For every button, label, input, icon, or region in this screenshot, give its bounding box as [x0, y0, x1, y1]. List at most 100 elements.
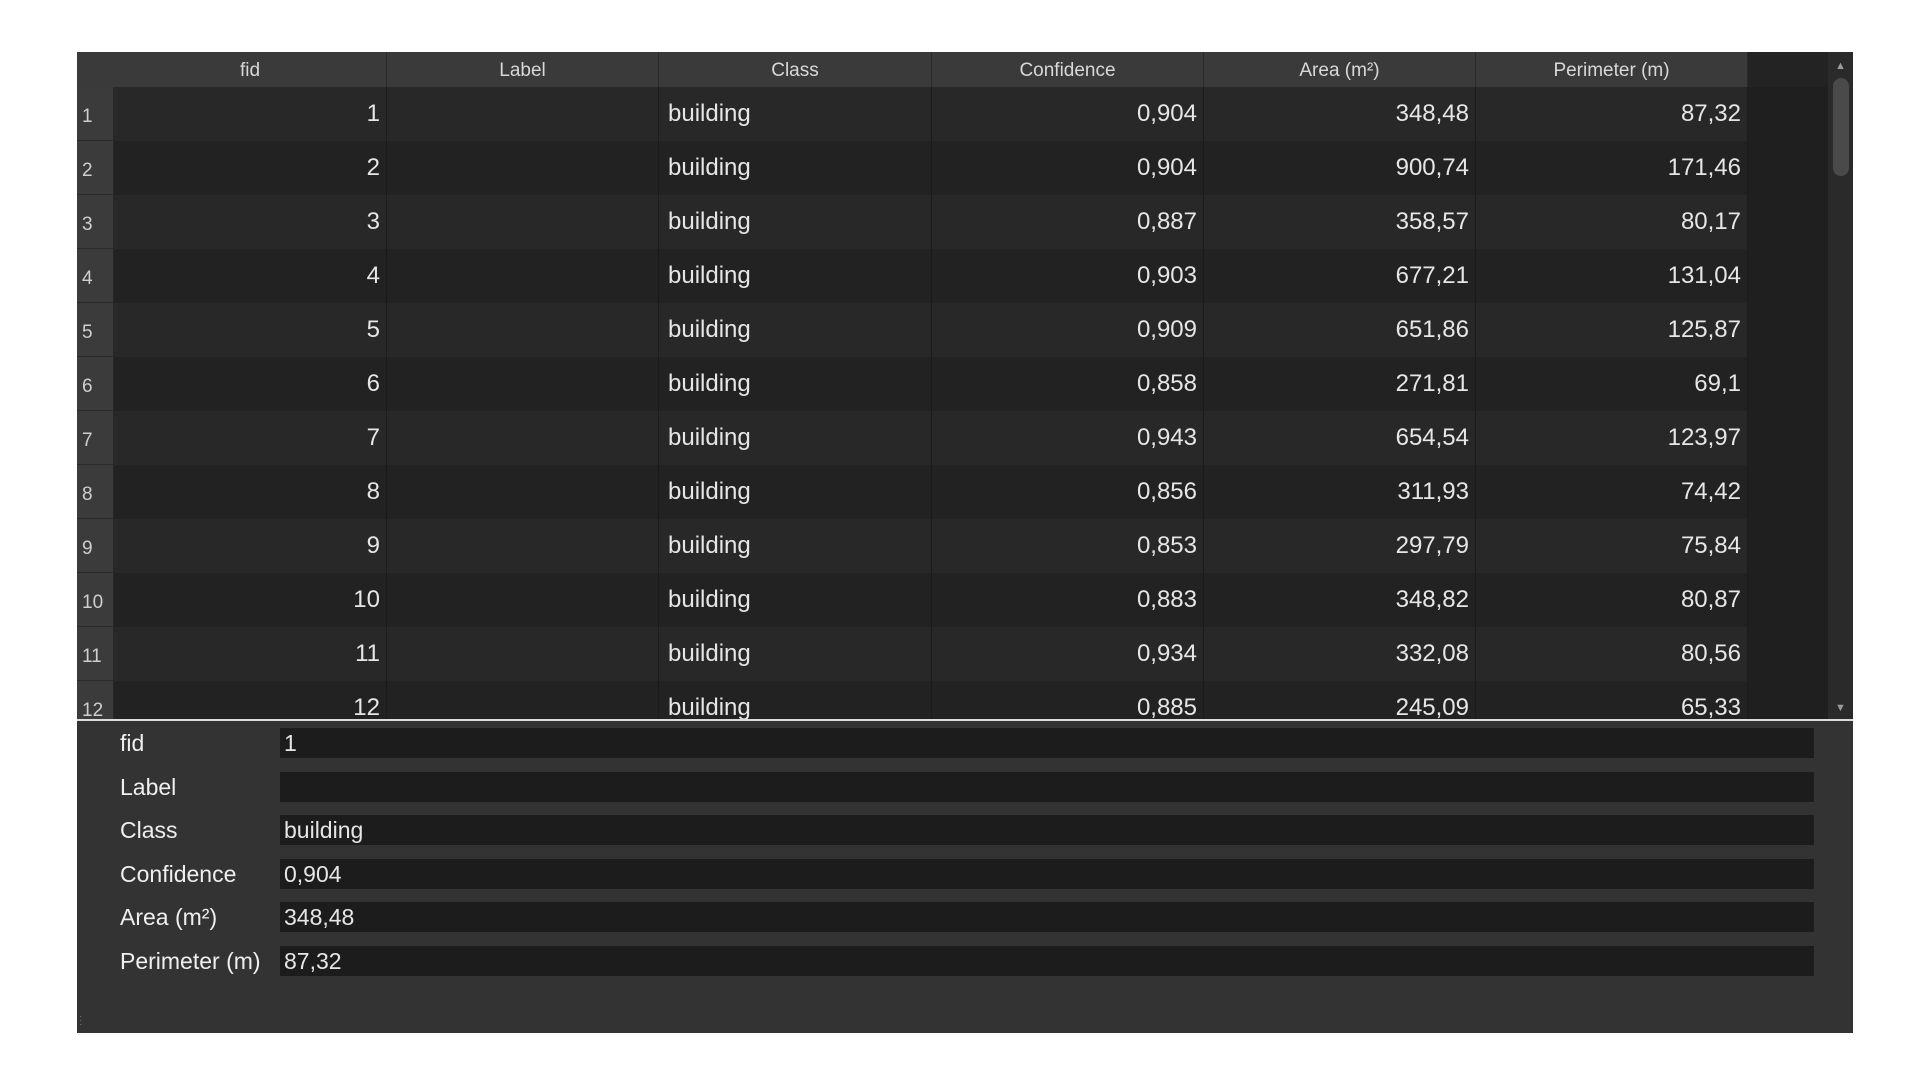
cell-label[interactable] [387, 465, 659, 519]
table-row[interactable]: 10 10 building 0,883 348,82 80,87 [77, 573, 1828, 627]
cell-confidence[interactable]: 0,909 [932, 303, 1204, 357]
scroll-up-arrow-icon[interactable]: ▲ [1831, 58, 1850, 74]
form-field-confidence[interactable]: 0,904 [280, 859, 1814, 889]
cell-confidence[interactable]: 0,903 [932, 249, 1204, 303]
table-row[interactable]: 1 1 building 0,904 348,48 87,32 [77, 87, 1828, 141]
row-header[interactable]: 11 [77, 627, 114, 681]
cell-perimeter[interactable]: 80,56 [1476, 627, 1748, 681]
cell-class[interactable]: building [659, 87, 932, 141]
cell-area[interactable]: 654,54 [1204, 411, 1476, 465]
cell-fid[interactable]: 5 [114, 303, 387, 357]
cell-label[interactable] [387, 627, 659, 681]
cell-area[interactable]: 900,74 [1204, 141, 1476, 195]
column-header-fid[interactable]: fid [114, 52, 387, 87]
row-header[interactable]: 3 [77, 195, 114, 249]
cell-perimeter[interactable]: 171,46 [1476, 141, 1748, 195]
table-row[interactable]: 6 6 building 0,858 271,81 69,1 [77, 357, 1828, 411]
cell-area[interactable]: 348,82 [1204, 573, 1476, 627]
column-header-label[interactable]: Label [387, 52, 659, 87]
cell-label[interactable] [387, 195, 659, 249]
form-field-label[interactable] [280, 772, 1814, 802]
cell-area[interactable]: 348,48 [1204, 87, 1476, 141]
table-row[interactable]: 7 7 building 0,943 654,54 123,97 [77, 411, 1828, 465]
cell-perimeter[interactable]: 69,1 [1476, 357, 1748, 411]
cell-area[interactable]: 297,79 [1204, 519, 1476, 573]
cell-class[interactable]: building [659, 465, 932, 519]
cell-label[interactable] [387, 411, 659, 465]
cell-class[interactable]: building [659, 195, 932, 249]
form-field-fid[interactable]: 1 [280, 728, 1814, 758]
cell-perimeter[interactable]: 87,32 [1476, 87, 1748, 141]
form-field-area[interactable]: 348,48 [280, 902, 1814, 932]
cell-perimeter[interactable]: 75,84 [1476, 519, 1748, 573]
cell-fid[interactable]: 9 [114, 519, 387, 573]
resize-grip-icon[interactable]: · · · [79, 1012, 83, 1030]
row-header[interactable]: 5 [77, 303, 114, 357]
cell-area[interactable]: 651,86 [1204, 303, 1476, 357]
table-row[interactable]: 3 3 building 0,887 358,57 80,17 [77, 195, 1828, 249]
cell-fid[interactable]: 3 [114, 195, 387, 249]
cell-confidence[interactable]: 0,887 [932, 195, 1204, 249]
cell-perimeter[interactable]: 74,42 [1476, 465, 1748, 519]
table-row[interactable]: 2 2 building 0,904 900,74 171,46 [77, 141, 1828, 195]
row-header[interactable]: 10 [77, 573, 114, 627]
cell-confidence[interactable]: 0,858 [932, 357, 1204, 411]
scrollbar-thumb[interactable] [1833, 78, 1849, 176]
cell-class[interactable]: building [659, 519, 932, 573]
table-row[interactable]: 11 11 building 0,934 332,08 80,56 [77, 627, 1828, 681]
cell-area[interactable]: 245,09 [1204, 681, 1476, 719]
table-corner-button[interactable] [77, 52, 115, 87]
cell-class[interactable]: building [659, 357, 932, 411]
table-row[interactable]: 5 5 building 0,909 651,86 125,87 [77, 303, 1828, 357]
table-row[interactable]: 9 9 building 0,853 297,79 75,84 [77, 519, 1828, 573]
row-header[interactable]: 6 [77, 357, 114, 411]
column-header-class[interactable]: Class [659, 52, 932, 87]
cell-label[interactable] [387, 357, 659, 411]
cell-label[interactable] [387, 519, 659, 573]
cell-class[interactable]: building [659, 681, 932, 719]
cell-fid[interactable]: 12 [114, 681, 387, 719]
cell-class[interactable]: building [659, 411, 932, 465]
cell-perimeter[interactable]: 65,33 [1476, 681, 1748, 719]
cell-class[interactable]: building [659, 303, 932, 357]
cell-fid[interactable]: 1 [114, 87, 387, 141]
cell-fid[interactable]: 11 [114, 627, 387, 681]
cell-area[interactable]: 677,21 [1204, 249, 1476, 303]
cell-fid[interactable]: 6 [114, 357, 387, 411]
cell-area[interactable]: 332,08 [1204, 627, 1476, 681]
table-row[interactable]: 12 12 building 0,885 245,09 65,33 [77, 681, 1828, 719]
row-header[interactable]: 9 [77, 519, 114, 573]
cell-class[interactable]: building [659, 249, 932, 303]
column-header-confidence[interactable]: Confidence [932, 52, 1204, 87]
cell-perimeter[interactable]: 80,87 [1476, 573, 1748, 627]
row-header[interactable]: 7 [77, 411, 114, 465]
cell-label[interactable] [387, 141, 659, 195]
row-header[interactable]: 12 [77, 681, 114, 719]
column-header-perimeter[interactable]: Perimeter (m) [1476, 52, 1748, 87]
cell-area[interactable]: 271,81 [1204, 357, 1476, 411]
vertical-scrollbar[interactable]: ▲ ▼ [1828, 52, 1853, 719]
cell-confidence[interactable]: 0,856 [932, 465, 1204, 519]
cell-perimeter[interactable]: 123,97 [1476, 411, 1748, 465]
cell-confidence[interactable]: 0,943 [932, 411, 1204, 465]
column-header-area[interactable]: Area (m²) [1204, 52, 1476, 87]
row-header[interactable]: 2 [77, 141, 114, 195]
cell-label[interactable] [387, 303, 659, 357]
cell-class[interactable]: building [659, 141, 932, 195]
cell-label[interactable] [387, 249, 659, 303]
cell-fid[interactable]: 7 [114, 411, 387, 465]
cell-label[interactable] [387, 87, 659, 141]
scroll-down-arrow-icon[interactable]: ▼ [1831, 700, 1850, 716]
form-field-class[interactable]: building [280, 815, 1814, 845]
form-field-perimeter[interactable]: 87,32 [280, 946, 1814, 976]
cell-class[interactable]: building [659, 573, 932, 627]
cell-class[interactable]: building [659, 627, 932, 681]
cell-confidence[interactable]: 0,934 [932, 627, 1204, 681]
cell-label[interactable] [387, 573, 659, 627]
cell-label[interactable] [387, 681, 659, 719]
cell-perimeter[interactable]: 125,87 [1476, 303, 1748, 357]
cell-fid[interactable]: 10 [114, 573, 387, 627]
cell-confidence[interactable]: 0,904 [932, 87, 1204, 141]
cell-confidence[interactable]: 0,853 [932, 519, 1204, 573]
cell-perimeter[interactable]: 80,17 [1476, 195, 1748, 249]
